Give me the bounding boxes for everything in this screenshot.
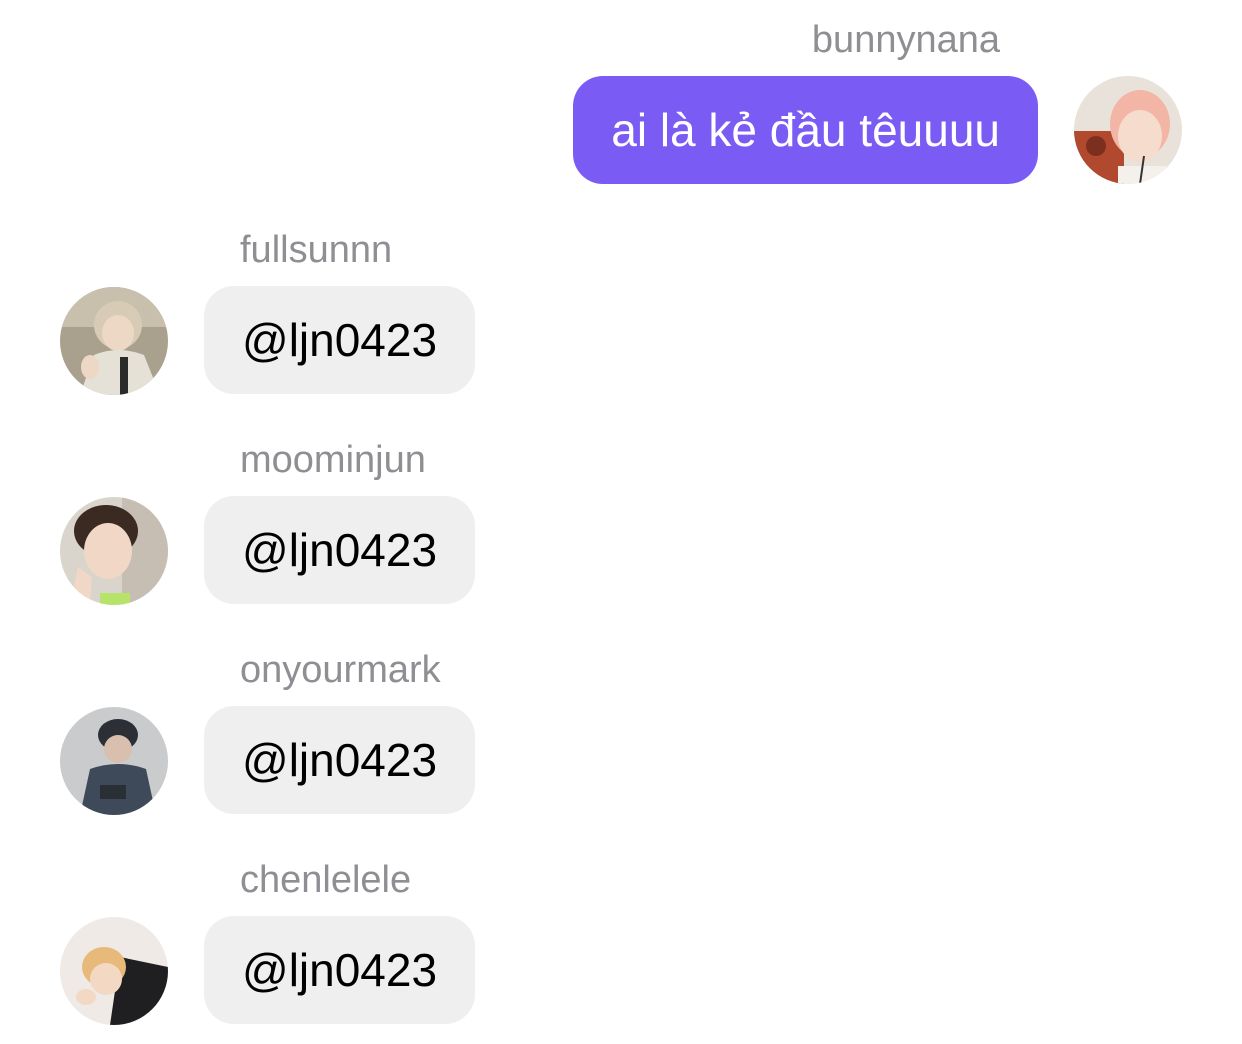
message-bubble[interactable]: @ljn0423 <box>204 916 476 1024</box>
sender-name: chenlelele <box>240 859 412 901</box>
message-bubble[interactable]: @ljn0423 <box>204 496 476 604</box>
profile-photo-selfie-icon[interactable] <box>60 497 168 605</box>
message-bubble[interactable]: @ljn0423 <box>204 706 476 814</box>
sender-name: onyourmark <box>240 649 441 691</box>
sender-name: moominjun <box>240 439 426 481</box>
sender-name: fullsunnn <box>240 229 393 271</box>
profile-photo-beanie-icon[interactable] <box>60 707 168 815</box>
message-bubble[interactable]: @ljn0423 <box>204 286 476 394</box>
profile-photo-outdoor-icon[interactable] <box>60 287 168 395</box>
sender-name: bunnynana <box>811 19 1000 61</box>
message-bubble[interactable]: ai là kẻ đầu têuuuu <box>573 76 1038 184</box>
profile-photo-pink-hair-icon[interactable] <box>1074 76 1182 184</box>
profile-photo-lying-icon[interactable] <box>60 917 168 1025</box>
chat-thread: bunnynana ai là kẻ đầu têuuuu fullsunnn <box>0 0 1242 1044</box>
